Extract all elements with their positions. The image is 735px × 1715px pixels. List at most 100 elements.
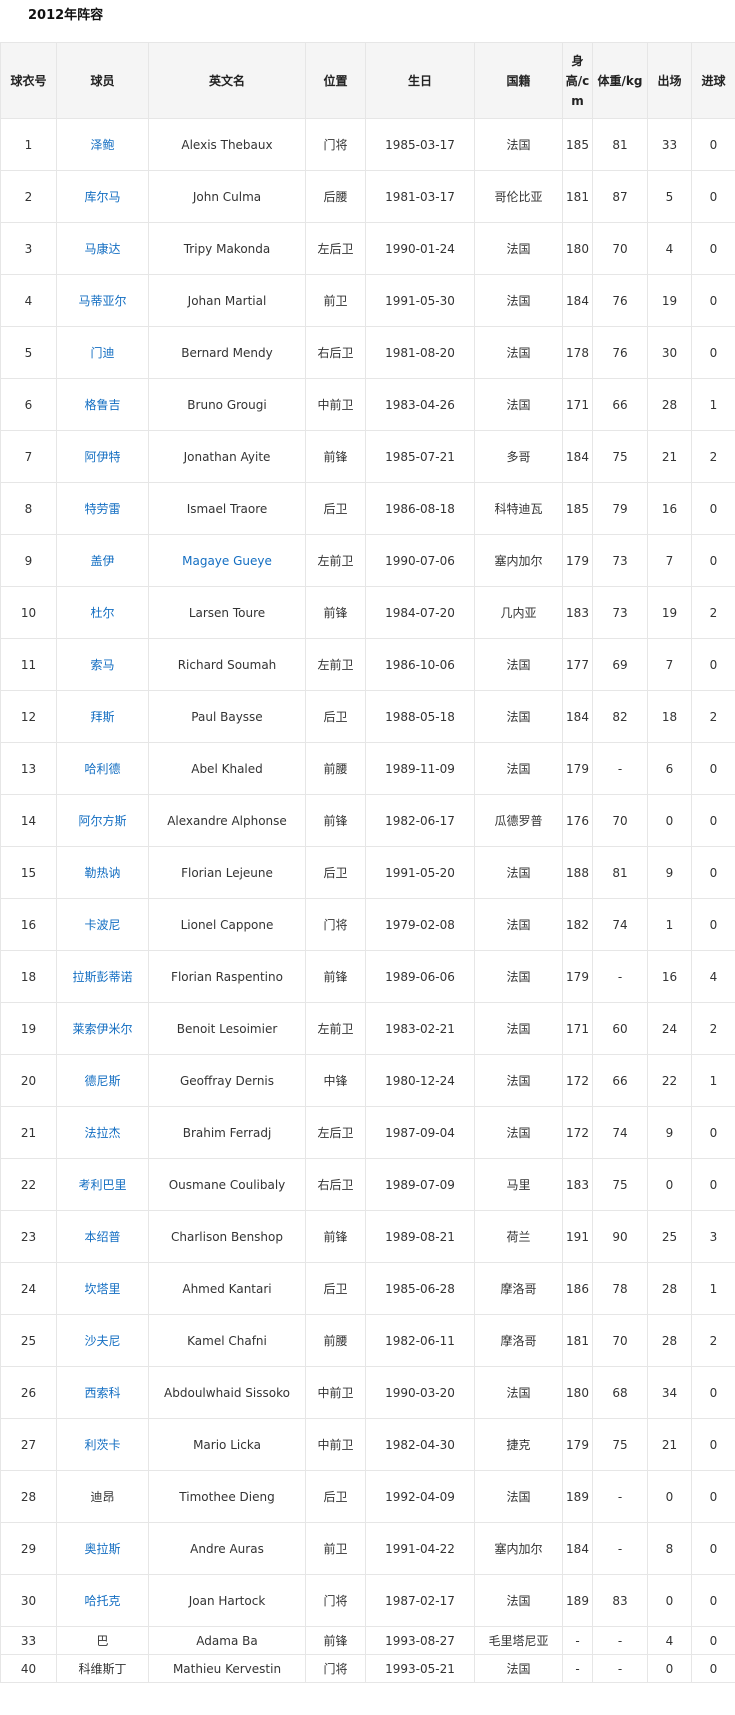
cell-nationality: 荷兰 [474,1210,563,1263]
cell-number: 15 [0,846,57,899]
table-row: 22 考利巴里 Ousmane Coulibaly 右后卫 1989-07-09… [0,1158,735,1211]
player-name[interactable]: 库尔马 [84,190,120,204]
cell-height: 176 [562,794,593,847]
table-row: 29 奥拉斯 Andre Auras 前卫 1991-04-22 塞内加尔 18… [0,1522,735,1575]
cell-position: 后卫 [305,690,366,743]
cell-nationality: 法国 [474,378,563,431]
player-name[interactable]: 考利巴里 [78,1178,126,1192]
cell-number: 25 [0,1314,57,1367]
cell-position: 前锋 [305,586,366,639]
player-name[interactable]: 拉斯彭蒂诺 [72,970,132,984]
player-name[interactable]: 特劳雷 [84,502,120,516]
cell-nationality: 法国 [474,1002,563,1055]
cell-appearances: 0 [647,1574,692,1627]
cell-appearances: 9 [647,846,692,899]
cell-appearances: 1 [647,898,692,951]
cell-appearances: 19 [647,274,692,327]
cell-birthday: 1982-06-17 [365,794,475,847]
cell-english-name: Ousmane Coulibaly [148,1158,306,1211]
cell-english-name: Adama Ba [148,1626,306,1655]
player-name[interactable]: 阿尔方斯 [78,814,126,828]
cell-height: 171 [562,378,593,431]
cell-birthday: 1987-02-17 [365,1574,475,1627]
player-name[interactable]: 盖伊 [90,554,114,568]
cell-position: 中锋 [305,1054,366,1107]
player-name[interactable]: 泽鲍 [90,138,114,152]
cell-birthday: 1993-05-21 [365,1654,475,1683]
table-row: 20 德尼斯 Geoffray Dernis 中锋 1980-12-24 法国 … [0,1054,735,1107]
cell-position: 中前卫 [305,1366,366,1419]
cell-english-name: Abdoulwhaid Sissoko [148,1366,306,1419]
cell-weight: - [592,1654,648,1683]
player-name[interactable]: 拜斯 [90,710,114,724]
player-name[interactable]: 哈利德 [84,762,120,776]
header-height: 身高/cm [562,42,593,119]
english-name: Brahim Ferradj [182,1125,272,1140]
cell-goals: 4 [691,950,735,1003]
cell-height: - [562,1654,593,1683]
player-name[interactable]: 莱索伊米尔 [72,1022,132,1036]
player-name[interactable]: 利茨卡 [84,1438,120,1452]
cell-appearances: 6 [647,742,692,795]
cell-nationality: 法国 [474,1470,563,1523]
cell-position: 左后卫 [305,222,366,275]
cell-english-name: Abel Khaled [148,742,306,795]
cell-position: 左前卫 [305,638,366,691]
cell-appearances: 33 [647,118,692,171]
player-name[interactable]: 索马 [90,658,114,672]
player-name[interactable]: 马蒂亚尔 [78,294,126,308]
cell-english-name: Magaye Gueye [148,534,306,587]
player-name[interactable]: 本绍普 [84,1230,120,1244]
player-name[interactable]: 杜尔 [90,606,114,620]
cell-goals: 2 [691,1002,735,1055]
cell-player: 库尔马 [56,170,149,223]
player-name[interactable]: 门迪 [90,346,114,360]
player-name[interactable]: 卡波尼 [84,918,120,932]
player-name[interactable]: 勒热讷 [84,866,120,880]
player-name[interactable]: 哈托克 [84,1594,120,1608]
table-row: 40 科维斯丁 Mathieu Kervestin 门将 1993-05-21 … [0,1654,735,1683]
cell-position: 前锋 [305,950,366,1003]
player-name[interactable]: 法拉杰 [84,1126,120,1140]
cell-player: 索马 [56,638,149,691]
cell-birthday: 1983-04-26 [365,378,475,431]
cell-goals: 0 [691,170,735,223]
cell-height: 172 [562,1106,593,1159]
cell-nationality: 法国 [474,326,563,379]
player-name[interactable]: 西索科 [84,1386,120,1400]
player-name[interactable]: 阿伊特 [84,450,120,464]
player-name[interactable]: 奥拉斯 [84,1542,120,1556]
cell-appearances: 34 [647,1366,692,1419]
cell-height: 189 [562,1470,593,1523]
header-english-name: 英文名 [148,42,306,119]
cell-player: 科维斯丁 [56,1654,149,1683]
cell-player: 考利巴里 [56,1158,149,1211]
english-name: Johan Martial [187,293,267,308]
cell-position: 后卫 [305,1470,366,1523]
cell-english-name: Mathieu Kervestin [148,1654,306,1683]
player-name[interactable]: 格鲁吉 [84,398,120,412]
cell-position: 左前卫 [305,1002,366,1055]
player-name[interactable]: 马康达 [84,242,120,256]
cell-number: 1 [0,118,57,171]
cell-height: 184 [562,690,593,743]
english-name: Jonathan Ayite [183,449,271,464]
player-name[interactable]: 坎塔里 [84,1282,120,1296]
table-header-row: 球衣号 球员 英文名 位置 生日 国籍 身高/cm 体重/kg 出场 进球 [0,42,735,119]
table-row: 16 卡波尼 Lionel Cappone 门将 1979-02-08 法国 1… [0,898,735,951]
player-name: 科维斯丁 [78,1661,127,1676]
cell-goals: 1 [691,1054,735,1107]
english-name: Richard Soumah [177,657,277,672]
english-name: Florian Raspentino [171,969,283,984]
player-name[interactable]: 德尼斯 [84,1074,120,1088]
english-name[interactable]: Magaye Gueye [182,554,272,568]
table-row: 26 西索科 Abdoulwhaid Sissoko 中前卫 1990-03-2… [0,1366,735,1419]
cell-position: 门将 [305,118,366,171]
player-name[interactable]: 沙夫尼 [84,1334,120,1348]
cell-height: - [562,1626,593,1655]
cell-height: 180 [562,1366,593,1419]
cell-english-name: Timothee Dieng [148,1470,306,1523]
cell-position: 右后卫 [305,326,366,379]
cell-nationality: 瓜德罗普 [474,794,563,847]
cell-weight: 90 [592,1210,648,1263]
